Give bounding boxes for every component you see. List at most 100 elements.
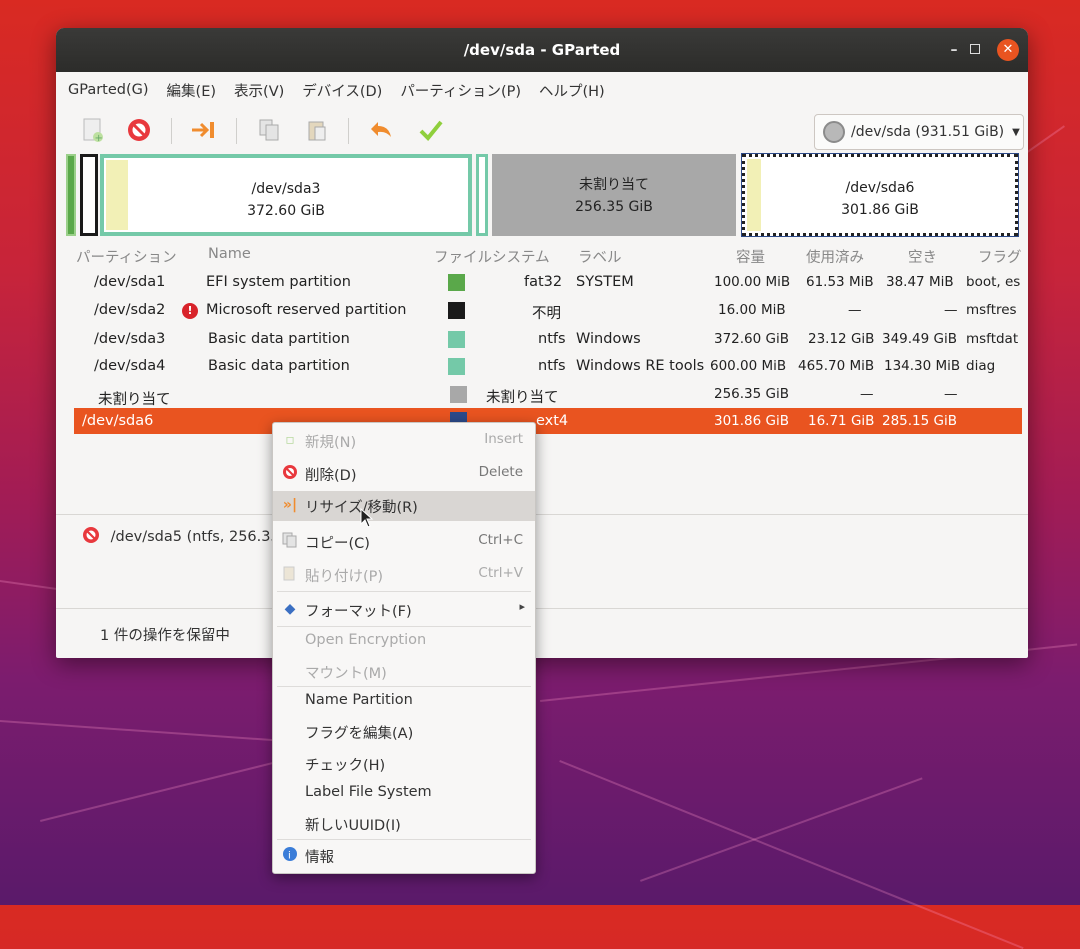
graph-sda2[interactable]: [80, 154, 98, 236]
menu-item-accel: Insert: [484, 431, 523, 447]
wallpaper-line: [640, 777, 923, 882]
close-button[interactable]: ✕: [997, 39, 1019, 61]
delete-button[interactable]: [124, 115, 154, 145]
menu-item-label: フォーマット(F): [305, 604, 412, 620]
col-used[interactable]: 使用済み: [806, 246, 864, 267]
menu-item-label-file-system[interactable]: Label File System: [273, 779, 535, 809]
pane-divider[interactable]: [56, 514, 1028, 515]
menu-gparted[interactable]: GParted(G): [68, 82, 149, 98]
col-flags[interactable]: フラグ: [978, 246, 1022, 267]
row-free: 349.49 GiB: [882, 331, 958, 347]
row-used: 465.70 MiB: [798, 358, 875, 374]
menu-item-open-encryption[interactable]: Open Encryption: [273, 627, 535, 657]
row-free: 285.15 GiB: [882, 413, 958, 429]
row-label: SYSTEM: [576, 274, 634, 290]
undo-button[interactable]: [366, 115, 396, 145]
menu-partition[interactable]: パーティション(P): [400, 80, 521, 101]
fs-color-swatch: [448, 302, 465, 319]
menu-item-accel: Delete: [478, 464, 523, 480]
menu-bar: GParted(G) 編集(E) 表示(V) デバイス(D) パーティション(P…: [56, 72, 1028, 108]
row-partition: /dev/sda4: [94, 358, 166, 374]
menu-item-new-uuid[interactable]: 新しいUUID(I): [273, 809, 535, 839]
warning-icon[interactable]: !: [182, 303, 198, 319]
row-name: EFI system partition: [206, 274, 351, 290]
table-row[interactable]: /dev/sda3 Basic data partition ntfs Wind…: [74, 327, 1022, 353]
menu-item-information[interactable]: i 情報: [273, 841, 535, 871]
menu-item-label: Open Encryption: [305, 632, 427, 648]
menu-help[interactable]: ヘルプ(H): [539, 80, 605, 101]
row-partition: /dev/sda1: [94, 274, 166, 290]
menu-item-new[interactable]: ▫ 新規(N) Insert: [273, 426, 535, 456]
menu-item-format[interactable]: ◆ フォーマット(F) ▸: [273, 595, 535, 625]
row-fs: ext4: [536, 413, 569, 429]
fs-color-swatch: [448, 331, 465, 348]
graph-sda6[interactable]: /dev/sda6 301.86 GiB: [741, 153, 1019, 237]
apply-icon: [419, 120, 443, 141]
submenu-arrow-icon: ▸: [519, 600, 525, 613]
menu-item-label: コピー(C): [305, 536, 370, 552]
col-size[interactable]: 容量: [736, 246, 765, 267]
menu-item-resize-move[interactable]: »| リサイズ/移動(R): [273, 491, 535, 521]
menu-view[interactable]: 表示(V): [234, 80, 284, 101]
title-bar[interactable]: /dev/sda - GParted – ✕: [56, 28, 1028, 72]
status-bar: 1 件の操作を保留中: [100, 628, 230, 644]
menu-separator: [277, 591, 531, 592]
row-name: Microsoft reserved partition: [206, 302, 407, 318]
menu-item-paste[interactable]: 貼り付け(P) Ctrl+V: [273, 560, 535, 590]
row-label: Windows RE tools: [576, 358, 705, 374]
col-free[interactable]: 空き: [908, 246, 937, 267]
table-row[interactable]: /dev/sda2 ! Microsoft reserved partition…: [74, 298, 1022, 324]
menu-item-label: 情報: [305, 850, 334, 866]
row-size: 372.60 GiB: [714, 331, 790, 347]
wallpaper-line: [559, 760, 1024, 949]
table-row[interactable]: 未割り当て 未割り当て 256.35 GiB — —: [74, 382, 1022, 408]
minimize-button[interactable]: –: [944, 40, 964, 60]
apply-button[interactable]: [416, 115, 446, 145]
delete-icon: [281, 464, 299, 482]
row-size: 100.00 MiB: [714, 274, 791, 290]
pending-operation[interactable]: /dev/sda5 (ntfs, 256.35: [82, 526, 280, 545]
graph-sda1[interactable]: [66, 154, 76, 236]
gparted-window: /dev/sda - GParted – ✕ GParted(G) 編集(E) …: [56, 28, 1028, 658]
window-title: /dev/sda - GParted: [463, 41, 621, 59]
copy-icon: [259, 119, 279, 141]
table-row-selected[interactable]: /dev/sda6 ext4 301.86 GiB 16.71 GiB 285.…: [74, 408, 1022, 434]
menu-item-delete[interactable]: 削除(D) Delete: [273, 459, 535, 489]
wallpaper-line: [40, 761, 274, 822]
menu-item-mount[interactable]: マウント(M): [273, 657, 535, 687]
menu-item-copy[interactable]: コピー(C) Ctrl+C: [273, 527, 535, 557]
disk-icon: [823, 121, 845, 143]
row-flags: diag: [966, 358, 996, 374]
graph-sda4[interactable]: [476, 154, 488, 236]
menu-separator: [277, 839, 531, 840]
new-button[interactable]: +: [78, 115, 108, 145]
row-used: 16.71 GiB: [808, 413, 875, 429]
device-selector[interactable]: /dev/sda (931.51 GiB) ▼: [814, 114, 1024, 150]
format-icon: ◆: [284, 601, 296, 617]
resize-move-button[interactable]: [189, 115, 219, 145]
table-row[interactable]: /dev/sda1 EFI system partition fat32 SYS…: [74, 270, 1022, 296]
menu-item-name-partition[interactable]: Name Partition: [273, 687, 535, 717]
graph-unallocated[interactable]: 未割り当て 256.35 GiB: [492, 154, 736, 236]
status-divider: [56, 608, 1028, 609]
col-filesystem[interactable]: ファイルシステム: [434, 246, 550, 267]
col-name[interactable]: Name: [208, 246, 251, 262]
delete-icon: [128, 119, 150, 141]
col-label[interactable]: ラベル: [578, 246, 622, 267]
menu-item-edit-flags[interactable]: フラグを編集(A): [273, 717, 535, 747]
row-fs: fat32: [524, 274, 563, 290]
svg-text:i: i: [288, 851, 291, 862]
paste-button[interactable]: [302, 115, 332, 145]
menu-item-check[interactable]: チェック(H): [273, 749, 535, 779]
maximize-button[interactable]: [965, 40, 985, 60]
table-row[interactable]: /dev/sda4 Basic data partition ntfs Wind…: [74, 354, 1022, 380]
row-size: 301.86 GiB: [714, 413, 790, 429]
copy-button[interactable]: [254, 115, 284, 145]
row-size: 256.35 GiB: [714, 386, 790, 402]
menu-device[interactable]: デバイス(D): [302, 80, 382, 101]
menu-edit[interactable]: 編集(E): [167, 80, 216, 101]
graph-sda3[interactable]: /dev/sda3 372.60 GiB: [100, 154, 472, 236]
menu-item-label: フラグを編集(A): [305, 726, 414, 742]
row-fs: ntfs: [538, 331, 566, 347]
col-partition[interactable]: パーティション: [76, 246, 177, 267]
